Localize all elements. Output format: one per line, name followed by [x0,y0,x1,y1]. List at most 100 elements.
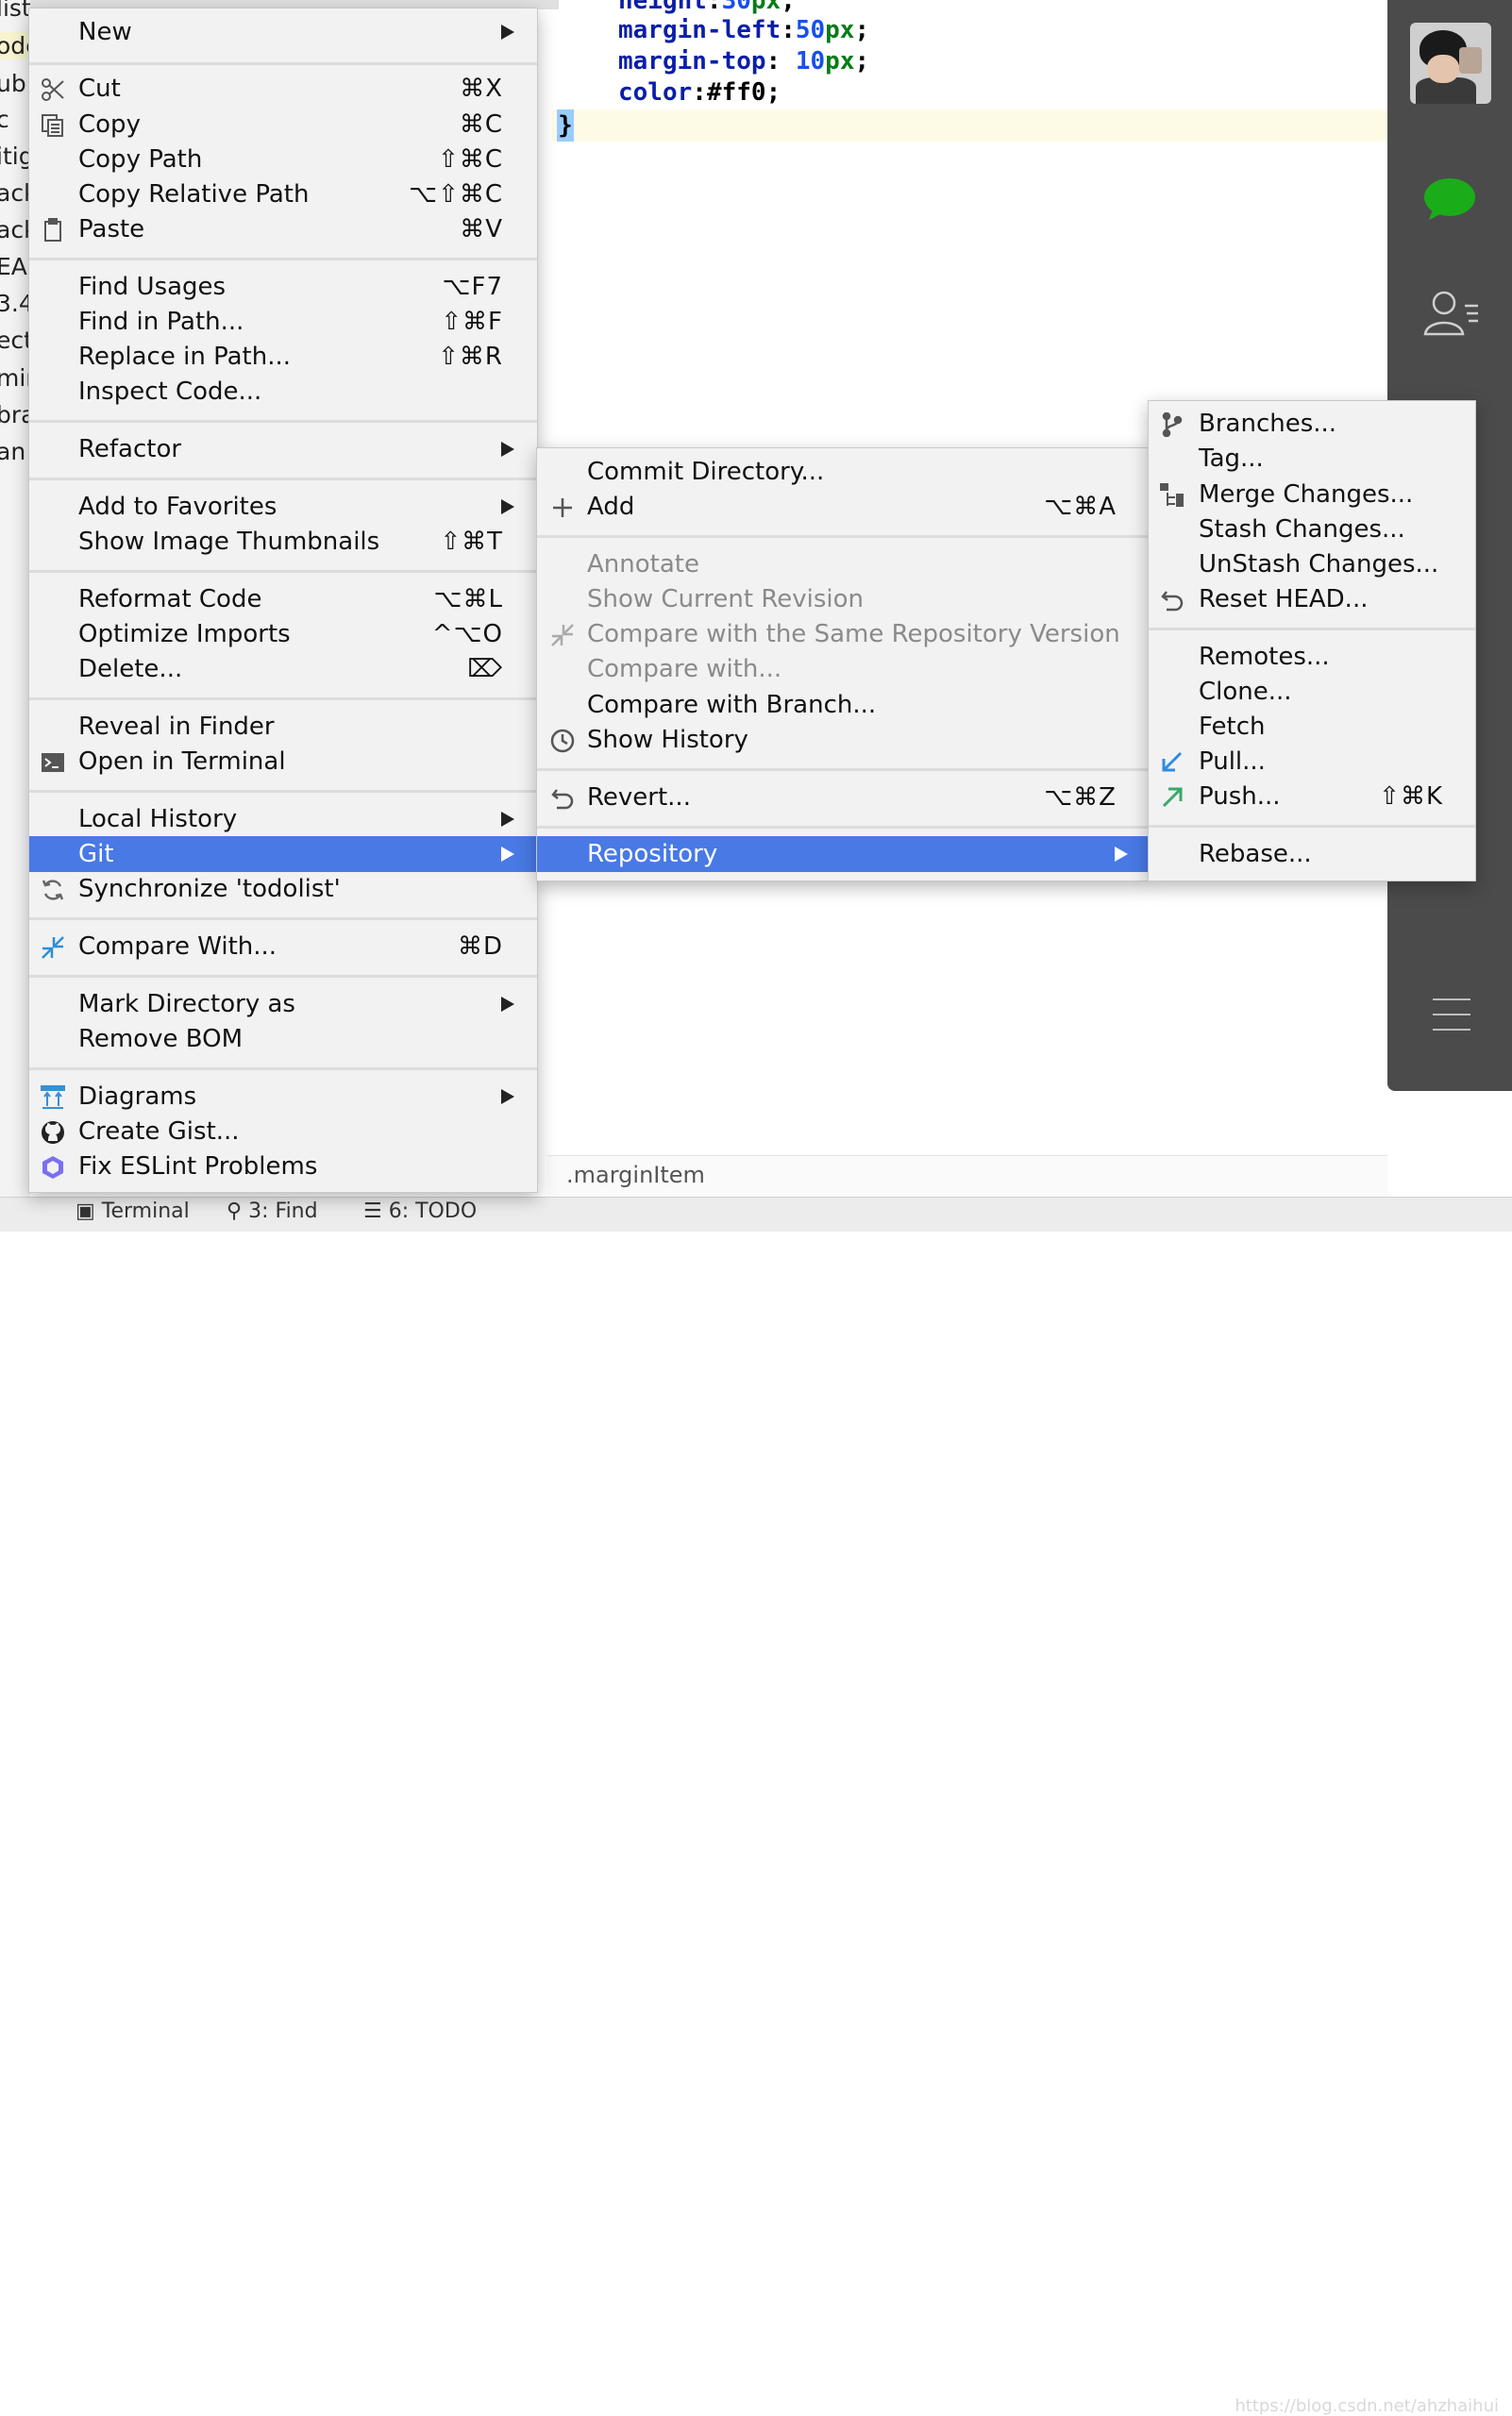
menu-item-optimize-imports[interactable]: Optimize Imports ^⌥O [29,616,537,652]
menu-label: Git [78,840,114,868]
submenu-arrow-icon [501,997,514,1012]
css-colon: : [692,78,707,107]
menu-item-show-image-thumbnails[interactable]: Show Image Thumbnails ⇧⌘T [29,524,537,560]
menu-label: Show Current Revision [587,585,864,613]
menu-separator [537,768,1149,771]
terminal-tool-button[interactable]: ▣ Terminal [76,1200,190,1223]
menu-item-find-usages[interactable]: Find Usages ⌥F7 [29,269,537,305]
menu-item-remove-bom[interactable]: Remove BOM [29,1021,537,1057]
menu-shortcut: ⌥⌘Z [1044,783,1117,812]
menu-item-add-to-favorites[interactable]: Add to Favorites [29,489,537,525]
menu-item-compare-with-ellipsis[interactable]: Compare with... [537,651,1149,687]
menu-item-copy[interactable]: Copy ⌘C [29,107,537,143]
menu-item-diagrams[interactable]: Diagrams [29,1079,537,1115]
menu-item-rebase[interactable]: Rebase... [1149,836,1475,872]
code-line[interactable]: color:#ff0; [618,76,781,109]
menu-item-replace-in-path[interactable]: Replace in Path... ⇧⌘R [29,339,537,375]
menu-separator [29,975,537,978]
css-number: 10 [795,47,826,76]
current-line-highlight [552,109,1387,142]
css-unit: px [825,47,855,76]
menu-item-branches[interactable]: Branches... [1149,406,1475,442]
menu-item-find-in-path[interactable]: Find in Path... ⇧⌘F [29,304,537,340]
menu-item-compare-with-branch[interactable]: Compare with Branch... [537,687,1149,723]
plus-icon [553,498,572,517]
breadcrumb-item[interactable]: .marginItem [566,1162,705,1188]
menu-separator [29,697,537,700]
avatar[interactable] [1410,23,1491,104]
menu-item-pull[interactable]: Pull... [1149,744,1475,780]
menu-item-compare-same-repo-version[interactable]: Compare with the Same Repository Version [537,616,1149,652]
terminal-icon [42,753,64,772]
tree-item-fragment: bra [0,401,30,428]
menu-item-mark-directory-as[interactable]: Mark Directory as [29,986,537,1022]
menu-item-show-history[interactable]: Show History [537,722,1149,758]
submenu-arrow-icon [501,812,514,827]
css-semicolon: ; [854,47,870,76]
chat-bubble-icon[interactable] [1423,177,1476,221]
css-semicolon: ; [854,16,870,44]
project-tree-edge[interactable]: list ode ubl c itig ack ack EAI 3.4 ect … [0,0,30,1231]
menu-item-paste[interactable]: Paste ⌘V [29,211,537,247]
menu-item-annotate[interactable]: Annotate [537,546,1149,582]
submenu-arrow-icon [501,1089,514,1104]
menu-item-push[interactable]: Push... ⇧⌘K [1149,779,1475,814]
compare-arrows-icon [551,624,574,646]
menu-item-tag[interactable]: Tag... [1149,441,1475,477]
menu-item-reveal-in-finder[interactable]: Reveal in Finder [29,709,537,745]
menu-shortcut: ⌦ [467,655,503,683]
find-tool-button[interactable]: ⚲ 3: Find [227,1200,318,1223]
menu-item-revert[interactable]: Revert... ⌥⌘Z [537,780,1149,815]
breadcrumb[interactable]: .marginItem [547,1155,1387,1198]
menu-item-delete[interactable]: Delete... ⌦ [29,651,537,687]
clipboard-icon [44,218,61,242]
code-line[interactable]: margin-top: 10px; [618,45,869,77]
menu-item-copy-relative-path[interactable]: Copy Relative Path ⌥⇧⌘C [29,176,537,212]
menu-item-remotes[interactable]: Remotes... [1149,639,1475,675]
menu-item-new[interactable]: New [29,14,537,50]
hamburger-menu-icon[interactable] [1433,998,1470,1031]
menu-item-local-history[interactable]: Local History [29,801,537,837]
menu-label: Inspect Code... [78,378,262,406]
menu-item-inspect-code[interactable]: Inspect Code... [29,374,537,410]
submenu-arrow-icon [501,499,514,514]
todo-tool-button[interactable]: ☰ 6: TODO [363,1200,477,1223]
menu-item-merge-changes[interactable]: Merge Changes... [1149,477,1475,512]
menu-item-copy-path[interactable]: Copy Path ⇧⌘C [29,142,537,177]
tool-label: Terminal [101,1200,190,1223]
menu-item-repository[interactable]: Repository [537,836,1149,872]
menu-shortcut: ⌘X [460,75,503,103]
menu-item-fetch[interactable]: Fetch [1149,709,1475,745]
menu-item-unstash-changes[interactable]: UnStash Changes... [1149,546,1475,582]
menu-shortcut: ⇧⌘T [440,528,503,556]
branch-icon [1162,412,1183,437]
menu-item-reset-head[interactable]: Reset HEAD... [1149,581,1475,617]
contacts-icon[interactable] [1423,289,1480,336]
menu-item-reformat-code[interactable]: Reformat Code ⌥⌘L [29,581,537,617]
menu-item-fix-eslint[interactable]: Fix ESLint Problems [29,1149,537,1184]
menu-label: Reset HEAD... [1199,585,1369,613]
menu-item-commit-directory[interactable]: Commit Directory... [537,454,1149,490]
menu-item-create-gist[interactable]: Create Gist... [29,1114,537,1149]
menu-item-git[interactable]: Git [29,836,537,872]
menu-item-compare-with[interactable]: Compare With... ⌘D [29,929,537,965]
code-line[interactable]: margin-left:50px; [618,14,869,46]
menu-item-cut[interactable]: Cut ⌘X [29,71,537,107]
tree-item-fragment: itig [0,143,30,170]
menu-separator [1149,825,1475,828]
menu-label: Commit Directory... [587,458,825,486]
menu-shortcut: ⌘C [459,110,503,139]
menu-shortcut: ⌥⌘A [1044,493,1117,521]
css-property: margin-top [618,47,766,76]
menu-label: Copy Path [78,145,203,174]
menu-item-show-current-revision[interactable]: Show Current Revision [537,581,1149,617]
tree-item-fragment: ubl [0,70,30,97]
menu-item-stash-changes[interactable]: Stash Changes... [1149,512,1475,547]
menu-item-open-in-terminal[interactable]: Open in Terminal [29,744,537,780]
menu-item-add[interactable]: Add ⌥⌘A [537,489,1149,525]
menu-item-clone[interactable]: Clone... [1149,674,1475,710]
menu-separator [537,826,1149,829]
submenu-arrow-icon [501,25,514,40]
menu-item-synchronize[interactable]: Synchronize 'todolist' [29,871,537,907]
menu-item-refactor[interactable]: Refactor [29,431,537,467]
